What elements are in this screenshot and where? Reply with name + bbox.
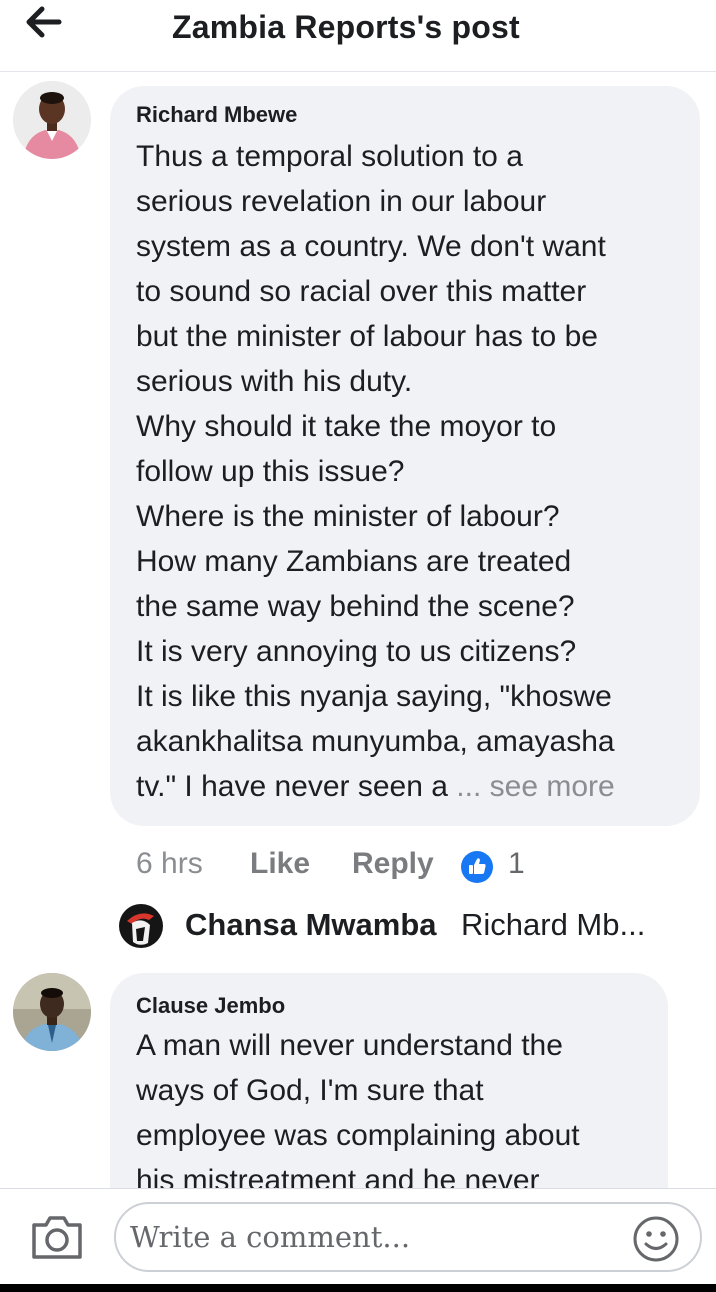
comment-line: system as a country. We don't want — [136, 230, 606, 263]
comment-line: akankhalitsa munyumba, amayasha — [136, 725, 615, 758]
comment-text: Thus a temporal solution to a serious re… — [136, 134, 615, 809]
smiley-icon[interactable] — [632, 1215, 680, 1263]
comment-line: Where is the minister of labour? — [136, 500, 560, 533]
comments-feed: Richard Mbewe Thus a temporal solution t… — [0, 73, 716, 1188]
avatar[interactable] — [13, 973, 91, 1051]
comment-line: It is like this nyanja saying, "khoswe — [136, 680, 612, 713]
comment-line: employee was complaining about — [136, 1119, 580, 1152]
thumbs-up-icon[interactable] — [461, 851, 493, 883]
comment-line: his mistreatment and he never — [136, 1164, 540, 1188]
reaction-count[interactable]: 1 — [508, 847, 525, 881]
comment-composer — [0, 1188, 716, 1292]
reply-button[interactable]: Reply — [352, 847, 434, 881]
reply-snippet[interactable]: Richard Mb... — [461, 907, 645, 943]
comment-line: the same way behind the scene? — [136, 590, 575, 623]
comment-line: but the minister of labour has to be — [136, 320, 598, 353]
arrow-left-icon[interactable] — [22, 4, 66, 40]
page-title: Zambia Reports's post — [172, 9, 520, 45]
comment-line: It is very annoying to us citizens? — [136, 635, 577, 668]
comment-timestamp[interactable]: 6 hrs — [136, 847, 203, 881]
comment-line: to sound so racial over this matter — [136, 275, 587, 308]
avatar[interactable] — [118, 903, 164, 949]
comment-line: serious with his duty. — [136, 365, 413, 398]
comment-bubble: Richard Mbewe Thus a temporal solution t… — [110, 86, 700, 826]
comment-line: Thus a temporal solution to a — [136, 140, 523, 173]
comment-author[interactable]: Clause Jembo — [136, 993, 285, 1019]
reply-preview[interactable]: Chansa Mwamba Richard Mb... — [118, 899, 678, 955]
comment-line: Why should it take the moyor to — [136, 410, 557, 443]
comment-bubble: Clause Jembo A man will never understand… — [110, 973, 668, 1188]
comment-input[interactable] — [114, 1202, 702, 1272]
comment-line: A man will never understand the — [136, 1029, 563, 1062]
comment-line: ways of God, I'm sure that — [136, 1074, 484, 1107]
see-more-link[interactable]: ... see more — [456, 770, 614, 803]
reply-author[interactable]: Chansa Mwamba — [185, 907, 437, 943]
comment-line: serious revelation in our labour — [136, 185, 547, 218]
comment-author[interactable]: Richard Mbewe — [136, 102, 297, 128]
comment-line-last: tv." I have never seen a ... see more — [136, 764, 615, 809]
header-bar: Zambia Reports's post — [0, 0, 716, 72]
comment-line: follow up this issue? — [136, 455, 405, 488]
avatar[interactable] — [13, 81, 91, 159]
system-nav-bar — [0, 1284, 716, 1292]
comment-line: How many Zambians are treated — [136, 545, 572, 578]
like-button[interactable]: Like — [250, 847, 310, 881]
comment-text: A man will never understand the ways of … — [136, 1023, 580, 1188]
comment-line-text: tv." I have never seen a — [136, 770, 448, 803]
camera-icon[interactable] — [30, 1213, 84, 1261]
